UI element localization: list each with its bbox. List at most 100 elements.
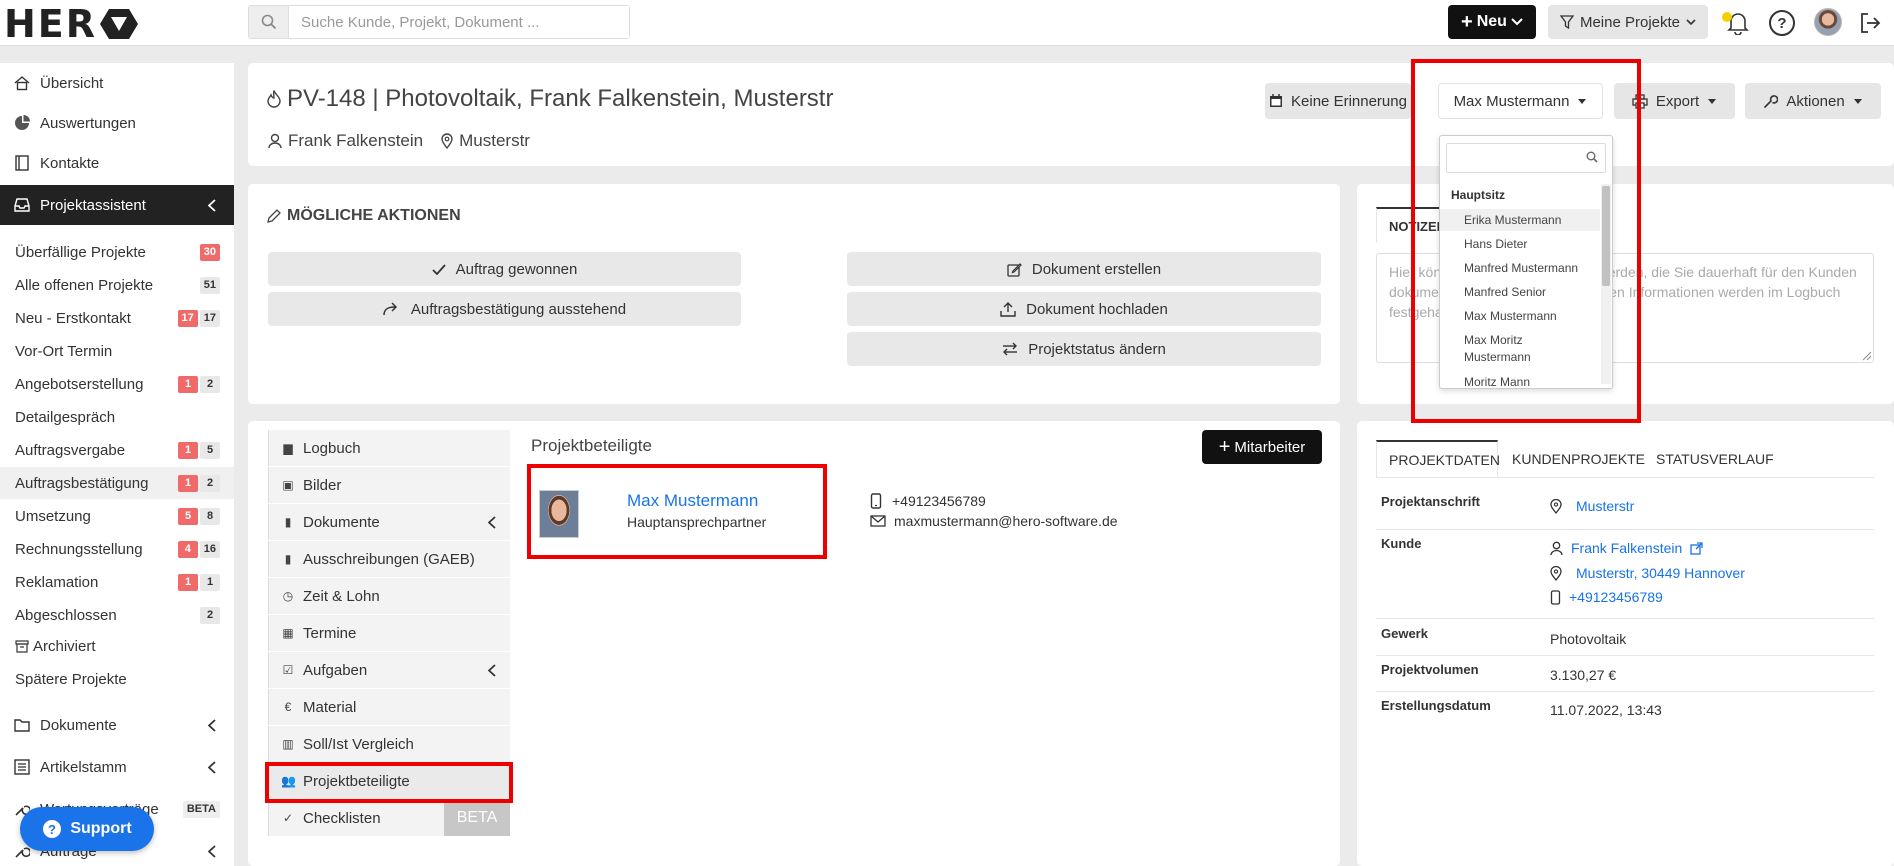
export-button[interactable]: Export (1614, 83, 1735, 119)
project-nav-item[interactable]: ▮ Dokumente (268, 504, 510, 540)
sidebar-phase-label: Überfällige Projekte (15, 243, 146, 261)
sidebar-phase-item[interactable]: Neu - Erstkontakt 17 17 (0, 302, 234, 334)
order-won-button[interactable]: Auftrag gewonnen (268, 252, 741, 286)
sidebar-item-overview[interactable]: Übersicht (0, 63, 234, 103)
project-nav-item[interactable]: 👥 Projektbeteiligte (268, 763, 510, 799)
tab-project-data[interactable]: PROJEKTDATEN (1376, 440, 1500, 478)
create-document-button[interactable]: Dokument erstellen (847, 252, 1321, 286)
resize-handle-icon[interactable] (1862, 351, 1872, 361)
dropdown-option[interactable]: Max Mustermann (1440, 308, 1600, 325)
file-icon: ▮ (284, 515, 292, 529)
book-icon: ▆ (283, 441, 293, 455)
sidebar-phase-item[interactable]: Umsetzung 5 8 (0, 500, 234, 532)
my-projects-filter-button[interactable]: Meine Projekte (1548, 5, 1708, 39)
project-customer[interactable]: Frank Falkenstein (288, 131, 423, 151)
sidebar-item-articles[interactable]: Artikelstamm (0, 747, 234, 787)
sidebar-phase-item[interactable]: Rechnungsstellung 4 16 (0, 533, 234, 565)
project-nav-item[interactable]: ▦ Termine (268, 615, 510, 651)
sidebar-phase-item[interactable]: Abgeschlossen 2 (0, 599, 234, 631)
add-employee-button[interactable]: + Mitarbeiter (1202, 430, 1322, 464)
check-square-icon: ☑ (282, 663, 294, 677)
tab-label: NOTIZEN (1389, 218, 1447, 234)
customer-phone[interactable]: +49123456789 (1550, 589, 1663, 605)
participant-phone[interactable]: +49123456789 (870, 493, 986, 509)
actions-button[interactable]: Aktionen (1745, 83, 1881, 119)
project-nav-item[interactable]: ◷ Zeit & Lohn (268, 578, 510, 614)
filter-label: Meine Projekte (1579, 13, 1681, 31)
project-nav-item[interactable]: ▮ Ausschreibungen (GAEB) (268, 541, 510, 577)
customer-name-text: Frank Falkenstein (1571, 540, 1683, 556)
euro-icon: € (284, 700, 292, 714)
project-address[interactable]: Musterstr (1550, 498, 1634, 514)
dropdown-option[interactable]: Moritz Mann (1440, 374, 1600, 388)
reminder-button[interactable]: Keine Erinnerung (1265, 83, 1411, 119)
sidebar-phase-item[interactable]: Auftragsbestätigung 1 2 (0, 467, 234, 499)
volume-label: Projektvolumen (1381, 662, 1479, 677)
dropdown-option[interactable]: Hans Dieter (1440, 236, 1600, 253)
sidebar-phase-label: Alle offenen Projekte (15, 276, 154, 294)
project-nav-item[interactable]: € Material (268, 689, 510, 725)
confirmation-pending-button[interactable]: Auftragsbestätigung ausstehend (268, 292, 741, 326)
trade-value: Photovoltaik (1550, 631, 1627, 647)
project-nav-item[interactable]: ▥ Soll/Ist Vergleich (268, 726, 510, 762)
project-nav-label: Termine (303, 624, 357, 642)
overdue-count-badge: 5 (178, 507, 198, 525)
upload-document-button[interactable]: Dokument hochladen (847, 292, 1321, 326)
hero-logo[interactable]: HER (4, 2, 139, 46)
sidebar-phase-label: Angebotserstellung (15, 375, 144, 393)
sidebar-phase-item[interactable]: Vor-Ort Termin (0, 335, 234, 367)
dropdown-scroll-thumb[interactable] (1602, 186, 1610, 286)
button-label: Dokument hochladen (1026, 300, 1168, 318)
assignee-select[interactable]: Max Mustermann (1438, 83, 1603, 119)
tab-customer-projects[interactable]: KUNDENPROJEKTE (1500, 440, 1657, 478)
dropdown-option[interactable]: Max Moritz Mustermann (1440, 332, 1560, 366)
change-status-button[interactable]: Projektstatus ändern (847, 332, 1321, 366)
project-title: PV-148 | Photovoltaik, Frank Falkenstein… (267, 85, 833, 113)
user-avatar[interactable] (1814, 8, 1842, 36)
project-nav-item[interactable]: ▆ Logbuch (268, 430, 510, 466)
row-divider (1376, 618, 1874, 619)
project-nav-item[interactable]: ▣ Bilder (268, 467, 510, 503)
project-nav-item[interactable]: ☑ Aufgaben (268, 652, 510, 688)
sidebar-phase-item[interactable]: Alle offenen Projekte 51 (0, 269, 234, 301)
support-button[interactable]: ? Support (20, 807, 154, 851)
sidebar-phase-item[interactable]: Auftragsvergabe 1 5 (0, 434, 234, 466)
customer-address[interactable]: Musterstr, 30449 Hannover (1550, 565, 1745, 581)
sidebar-item-project-assistant[interactable]: Projektassistent (0, 185, 234, 225)
help-icon[interactable]: ? (1768, 9, 1796, 37)
wrench-icon (1764, 94, 1779, 108)
sidebar-phase-item[interactable]: Überfällige Projekte 30 (0, 236, 234, 268)
dropdown-option[interactable]: Erika Mustermann (1440, 209, 1600, 231)
chevron-left-icon (208, 760, 216, 774)
assignee-search-input[interactable] (1446, 143, 1606, 173)
sidebar-item-contacts[interactable]: Kontakte (0, 143, 234, 183)
archive-icon (15, 640, 29, 653)
participant-email[interactable]: maxmustermann@hero-software.de (870, 513, 1118, 529)
project-location[interactable]: Musterstr (459, 131, 530, 151)
dropdown-option[interactable]: Manfred Mustermann (1440, 260, 1600, 277)
participant-name[interactable]: Max Mustermann (627, 491, 758, 511)
button-label: Dokument erstellen (1031, 260, 1162, 278)
sidebar-item-reports[interactable]: Auswertungen (0, 103, 234, 143)
sidebar-phase-item[interactable]: Reklamation 1 1 (0, 566, 234, 598)
sidebar-item-later-projects[interactable]: Spätere Projekte (0, 663, 234, 695)
sidebar-item-documents[interactable]: Dokumente (0, 705, 234, 745)
list-icon (14, 759, 30, 775)
search-icon[interactable] (249, 6, 289, 38)
sidebar-item-archived[interactable]: Archiviert (0, 630, 234, 662)
sidebar-phase-item[interactable]: Angebotserstellung 1 2 (0, 368, 234, 400)
image-icon: ▣ (282, 478, 294, 492)
project-nav-label: Bilder (303, 476, 342, 494)
chevron-left-icon (208, 844, 216, 858)
sidebar-phase-item[interactable]: Detailgespräch (0, 401, 234, 433)
tab-status-history[interactable]: STATUSVERLAUF (1644, 440, 1786, 478)
customer-name-link[interactable]: Frank Falkenstein (1550, 540, 1703, 556)
beta-badge: BETA (182, 800, 220, 818)
volume-value: 3.130,27 € (1550, 667, 1617, 683)
logout-icon[interactable] (1856, 9, 1884, 37)
clock-icon: ◷ (282, 589, 294, 603)
new-button[interactable]: + Neu (1448, 5, 1536, 39)
search-input[interactable] (289, 6, 629, 38)
dropdown-option[interactable]: Manfred Senior (1440, 284, 1600, 301)
project-nav-item[interactable]: ✓ Checklisten BETA (268, 800, 510, 836)
